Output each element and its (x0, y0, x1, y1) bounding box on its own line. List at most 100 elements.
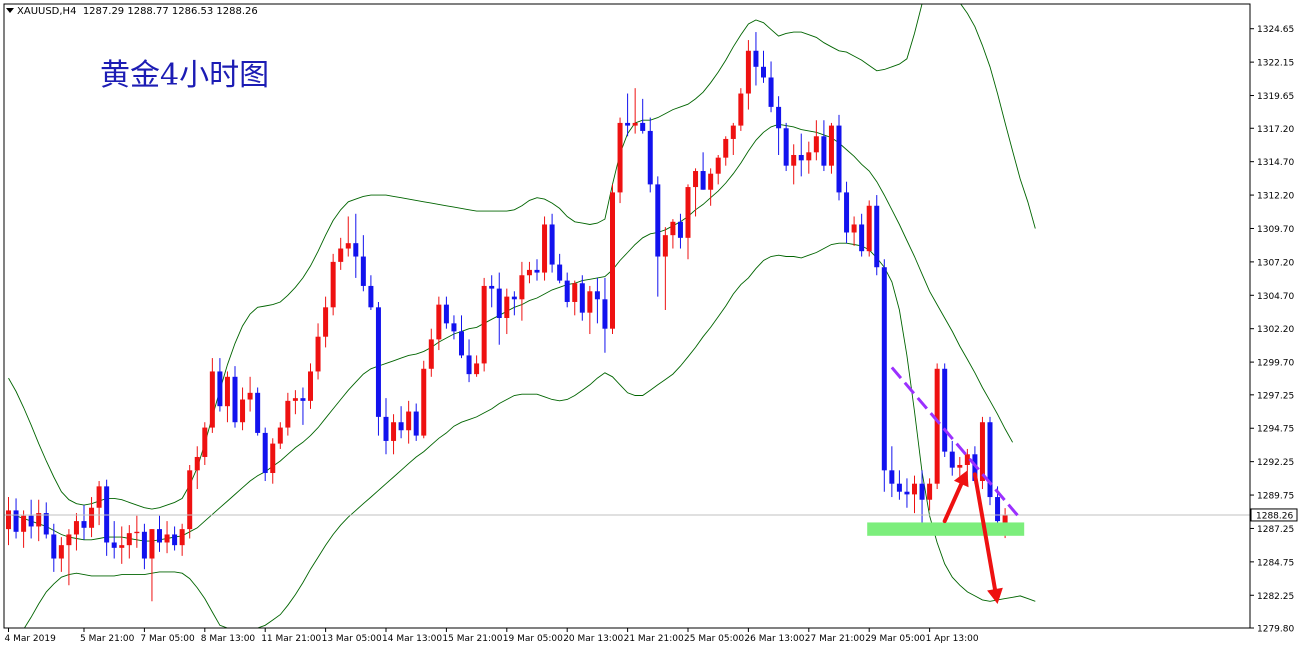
candle (738, 88, 744, 131)
y-tick-label: 1294.75 (1257, 425, 1294, 435)
candle-body (685, 187, 691, 238)
x-tick-label: 27 Mar 21:00 (805, 634, 865, 644)
candle-body (443, 304, 449, 324)
y-tick-label: 1317.20 (1257, 125, 1294, 135)
candle-body (602, 299, 608, 329)
candle-body (738, 93, 744, 126)
candle-body (579, 283, 585, 313)
candle-body (564, 280, 570, 302)
current-price-badge: 1288.26 (1250, 508, 1298, 522)
candle-body (761, 66, 766, 78)
y-tick-label: 1284.75 (1257, 558, 1294, 568)
candle-body (625, 122, 631, 126)
candle-body (904, 491, 910, 495)
candle (542, 216, 548, 281)
candle-body (798, 154, 804, 161)
candle-body (73, 521, 79, 535)
y-tick-label: 1319.65 (1257, 92, 1294, 102)
candle-body (330, 261, 336, 308)
candle-body (927, 483, 933, 500)
candle-body (187, 470, 193, 530)
x-tick-label: 11 Mar 21:00 (261, 634, 321, 644)
symbol-label: XAUUSD,H4 (17, 6, 77, 17)
x-tick-label: 25 Mar 05:00 (684, 634, 744, 644)
y-tick-label: 1302.20 (1257, 325, 1294, 335)
candle-body (217, 371, 223, 407)
candle-body (270, 443, 276, 474)
x-tick-label: 19 Mar 05:00 (503, 634, 563, 644)
candle-body (723, 138, 729, 158)
candle (617, 117, 623, 204)
candle-body (715, 157, 721, 174)
candle-body (496, 288, 502, 319)
candle-body (466, 355, 472, 375)
candle-body (481, 285, 487, 364)
candle (874, 195, 880, 276)
candle-body (791, 154, 797, 166)
candle-body (277, 427, 283, 444)
candle-body (534, 269, 540, 273)
price-chart[interactable]: 1324.65 1322.15 1319.65 1317.20 1314.70 1312.… (0, 0, 1302, 651)
y-tick-label: 1324.65 (1257, 25, 1294, 35)
x-tick-label: 7 Mar 05:00 (140, 634, 195, 644)
y-tick-label: 1297.25 (1257, 391, 1294, 401)
candle-body (912, 483, 917, 495)
candle-body (345, 243, 351, 249)
y-tick-label: 1292.25 (1257, 458, 1294, 468)
candle-body (375, 307, 381, 417)
candle-body (391, 422, 397, 441)
candle-body (866, 205, 872, 252)
candle-body (89, 507, 95, 528)
candle-body (504, 296, 510, 319)
candle-body (753, 50, 759, 67)
ohlc-label: 1287.29 1288.77 1286.53 1288.26 (82, 6, 258, 17)
y-tick-label: 1307.20 (1257, 258, 1294, 268)
candle-body (247, 392, 253, 400)
y-tick-label: 1322.15 (1257, 59, 1294, 69)
candle-body (459, 331, 464, 356)
candle-body (323, 307, 329, 337)
x-tick-label: 29 Mar 05:00 (865, 634, 925, 644)
candle (783, 122, 789, 172)
candle-body (13, 510, 19, 532)
candle-body (81, 521, 87, 528)
candle-body (677, 221, 683, 238)
y-tick-label: 1289.75 (1257, 492, 1294, 502)
candle-body (670, 221, 676, 236)
y-tick-label: 1309.70 (1257, 225, 1294, 235)
candle-body (783, 128, 789, 166)
y-tick-label: 1314.70 (1257, 158, 1294, 168)
candle-body (360, 256, 366, 286)
candle-body (421, 368, 427, 436)
candle-body (610, 192, 615, 329)
candle-body (896, 483, 902, 492)
candle-body (693, 171, 699, 188)
y-tick-label: 1312.20 (1257, 192, 1294, 202)
candle-body (987, 422, 993, 498)
candle (934, 363, 940, 490)
y-tick-label: 1299.70 (1257, 359, 1294, 369)
candle-body (232, 376, 238, 423)
candle (187, 464, 193, 539)
candle (942, 363, 948, 457)
x-tick-label: 5 Mar 21:00 (80, 634, 135, 644)
candle (610, 184, 615, 335)
current-price-label: 1288.26 (1256, 511, 1293, 521)
candle-body (157, 529, 162, 543)
candle-body (262, 432, 268, 474)
candle-body (398, 422, 404, 431)
x-tick-label: 4 Mar 2019 (5, 634, 57, 644)
candle (987, 416, 993, 506)
candle-body (995, 497, 1001, 522)
dropdown-triangle-icon[interactable] (6, 8, 14, 13)
x-tick-label: 15 Mar 21:00 (442, 634, 502, 644)
candle-body (149, 529, 155, 559)
candle-body (406, 411, 412, 431)
candle-body (451, 323, 457, 332)
candle-body (21, 515, 27, 532)
candle-body (881, 267, 887, 471)
candle-body (851, 224, 857, 233)
candle-body (617, 122, 623, 193)
chart-window[interactable]: 1324.65 1322.15 1319.65 1317.20 1314.70 1312.… (0, 0, 1302, 651)
candle (881, 259, 887, 492)
